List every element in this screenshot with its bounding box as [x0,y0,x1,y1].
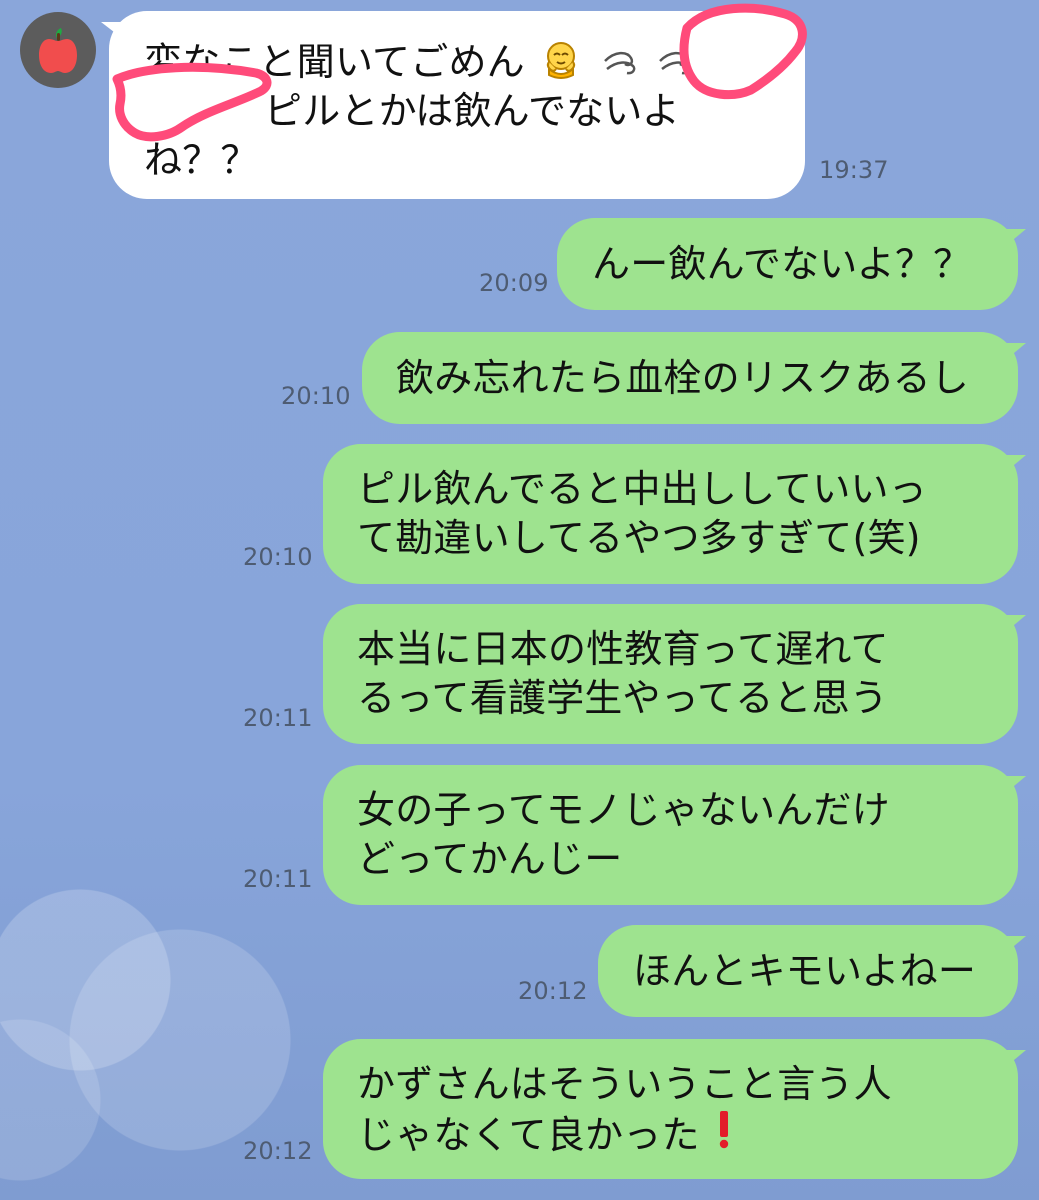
message-time: 20:10 [281,382,351,410]
message-line-1: んー飲んでないよ？？ [592,242,972,286]
chat-screen: 変なこと聞いてごめん ピルとかは飲んでないよ ね？？ 19:37 んー飲んでない… [0,0,1039,1200]
message-time: 20:11 [243,865,313,893]
message-line-1: 女の子ってモノじゃないんだけ [357,788,890,832]
message-line-3: ね？？ [144,138,259,182]
outgoing-message-bubble[interactable]: んー飲んでないよ？？ [557,218,1018,310]
message-time: 20:12 [518,977,588,1005]
wind-icon [604,51,636,75]
contact-avatar[interactable] [20,12,96,88]
message-line-1: 飲み忘れたら血栓のリスクあるし [396,356,970,400]
message-time: 20:09 [479,269,549,297]
message-line-1: ほんとキモいよねー [633,949,977,993]
outgoing-message-bubble[interactable]: 女の子ってモノじゃないんだけ どってかんじー [323,765,1018,905]
message-line-2-wrapper: ピルとかは飲んでないよ [264,87,799,136]
message-line-2: るって看護学生やってると思う [357,676,889,720]
message-line-2: て勘違いしてるやつ多すぎて(笑) [357,516,921,560]
message-line-2: ピルとかは飲んでないよ [264,89,681,133]
outgoing-message-bubble[interactable]: 本当に日本の性教育って遅れて るって看護学生やってると思う [323,604,1018,744]
outgoing-message-bubble[interactable]: かずさんはそういうこと言う人 じゃなくて良かった [323,1039,1018,1179]
crying-face-icon [547,42,576,79]
message-time: 20:11 [243,704,313,732]
message-time: 19:37 [819,156,889,184]
message-line-3-wrapper: ね？？ [144,136,294,185]
outgoing-message-bubble[interactable]: ピル飲んでると中出ししていいっ て勘違いしてるやつ多すぎて(笑) [323,444,1018,584]
outgoing-message-bubble[interactable]: 飲み忘れたら血栓のリスクあるし [362,332,1018,424]
message-time: 20:10 [243,543,313,571]
outgoing-message-bubble[interactable]: ほんとキモいよねー [598,925,1018,1017]
message-line-2: どってかんじー [357,837,623,881]
message-line-1: かずさんはそういうこと言う人 [357,1062,892,1106]
exclamation-icon [719,1111,729,1149]
message-line-1: 本当に日本の性教育って遅れて [357,627,889,671]
message-line-1: 変なこと聞いてごめん [144,40,525,84]
message-line-1: ピル飲んでると中出ししていいっ [357,467,927,511]
incoming-message-bubble[interactable]: 変なこと聞いてごめん ピルとかは飲んでないよ ね？？ [109,11,805,199]
apple-icon [39,28,77,73]
message-line-2: じゃなくて良かった [357,1113,700,1157]
message-line-2-wrapper: じゃなくて良かった [357,1109,987,1160]
wind-icon [658,51,691,75]
message-time: 20:12 [243,1137,313,1165]
